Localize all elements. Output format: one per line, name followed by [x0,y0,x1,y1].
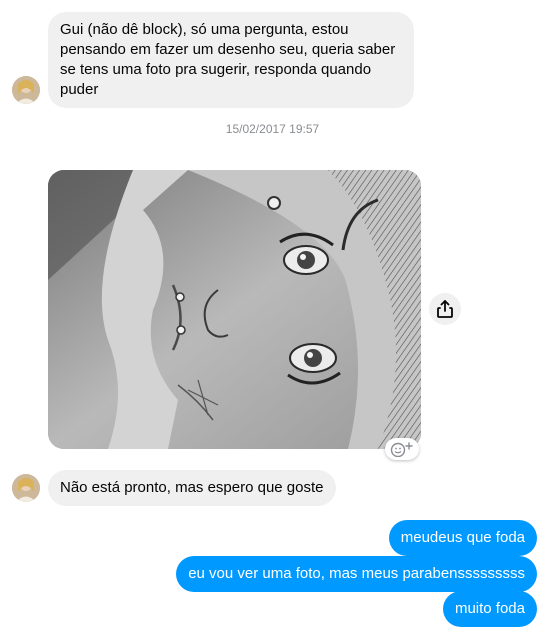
outgoing-message[interactable]: muito foda [442,591,537,627]
message-text: eu vou ver uma foto, mas meus parabensss… [188,565,525,582]
add-reaction-button[interactable] [385,438,419,460]
message-text: Gui (não dê block), só uma pergunta, est… [60,21,396,98]
pencil-drawing-image [48,170,421,449]
share-icon [437,300,453,318]
message-timestamp: 15/02/2017 19:57 [225,122,320,136]
outgoing-message[interactable]: meudeus que foda [388,520,537,556]
avatar-image [12,76,40,104]
incoming-message[interactable]: Gui (não dê block), só uma pergunta, est… [48,12,414,108]
photo-attachment[interactable] [48,170,421,449]
contact-avatar[interactable] [12,474,40,502]
message-text: muito foda [454,600,525,617]
add-reaction-icon [390,442,413,457]
message-text: Não está pronto, mas espero que goste [60,479,324,496]
avatar-image [12,474,40,502]
message-text: meudeus que foda [400,529,525,546]
incoming-message[interactable]: Não está pronto, mas espero que goste [48,470,336,506]
contact-avatar[interactable] [12,76,40,104]
outgoing-message[interactable]: eu vou ver uma foto, mas meus parabensss… [176,556,537,592]
share-button[interactable] [429,293,461,325]
